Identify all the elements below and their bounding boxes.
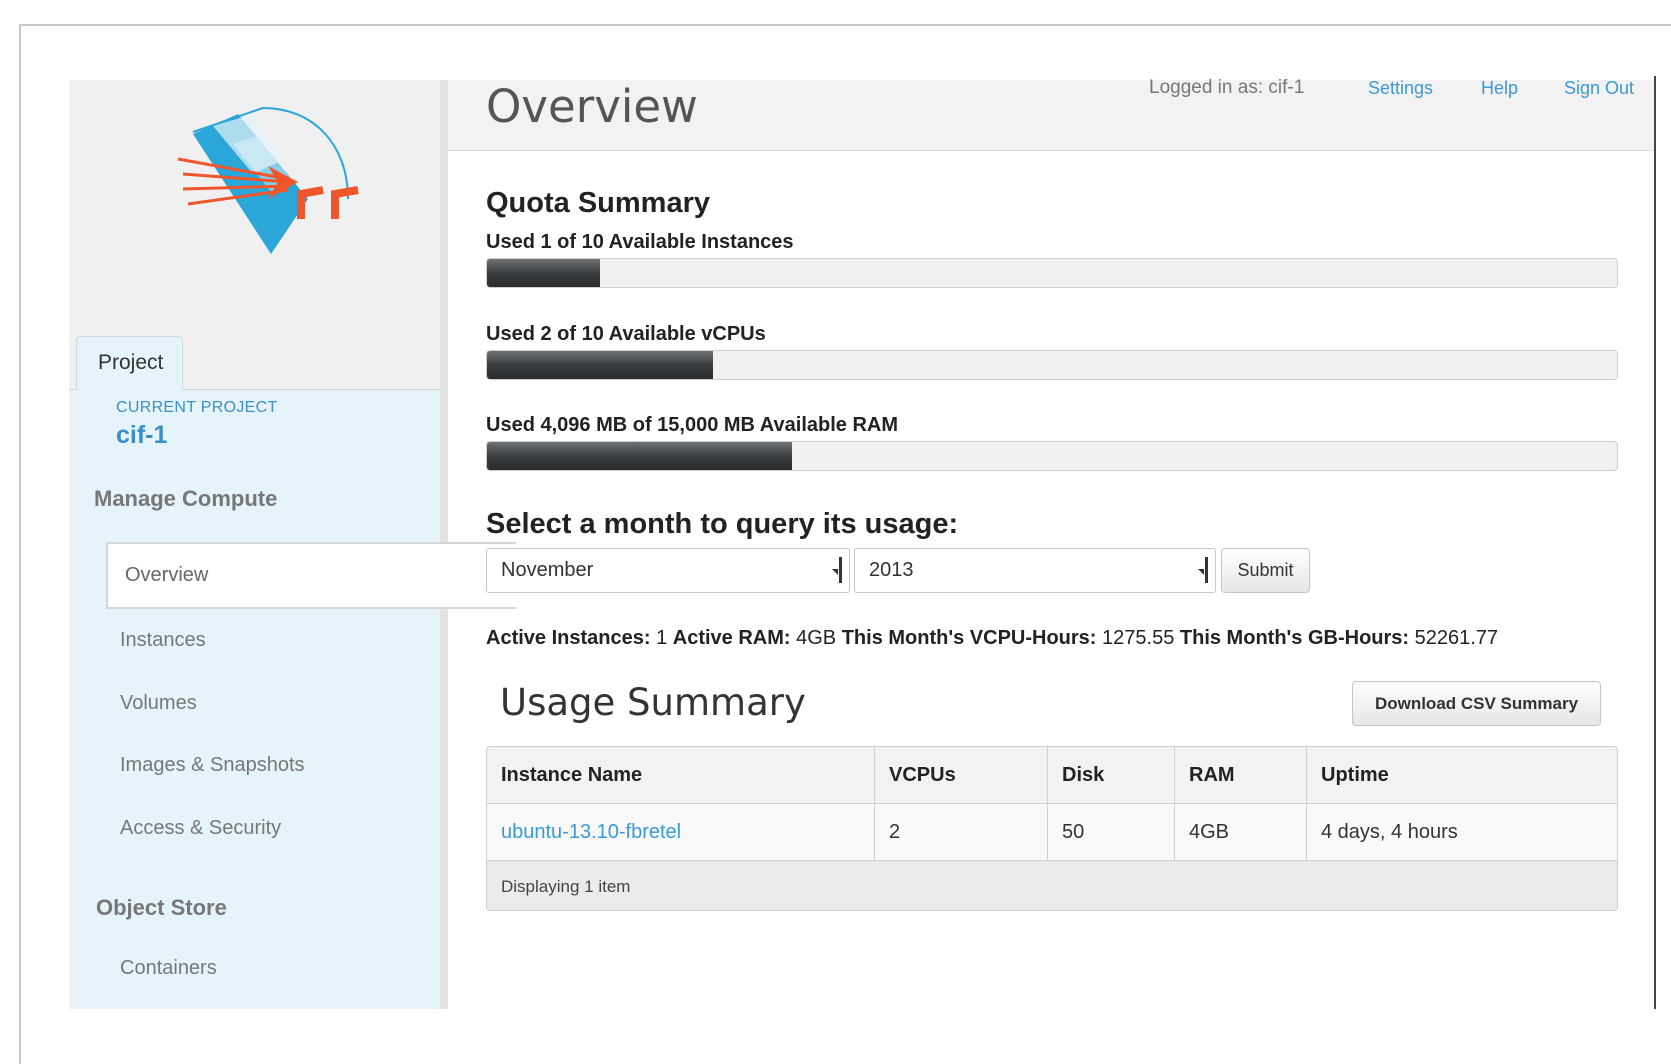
- usage-stats: Active Instances: 1 Active RAM: 4GB This…: [486, 627, 1498, 650]
- frame-edge: [1654, 76, 1656, 1009]
- uptime-cell: 4 days, 4 hours: [1321, 820, 1458, 843]
- table-row: ubuntu-13.10-fbretel 2 50 4GB 4 days, 4 …: [487, 804, 1617, 861]
- quota-ram-label: Used 4,096 MB of 15,000 MB Available RAM: [486, 414, 898, 436]
- select-arrow-icon: [827, 557, 842, 583]
- sidebar-item-access-security[interactable]: Access & Security: [120, 817, 281, 840]
- table-footer: Displaying 1 item: [487, 861, 1617, 910]
- year-select[interactable]: 2013: [854, 548, 1216, 593]
- select-arrow-icon: [1193, 557, 1208, 583]
- section-object-store: Object Store: [96, 895, 227, 920]
- month-select[interactable]: November: [486, 548, 850, 593]
- tab-project[interactable]: Project: [76, 336, 183, 390]
- instance-name-link[interactable]: ubuntu-13.10-fbretel: [487, 804, 875, 860]
- month-query-heading: Select a month to query its usage:: [486, 508, 959, 540]
- year-select-value: 2013: [869, 559, 914, 581]
- sidebar-item-containers[interactable]: Containers: [120, 957, 217, 980]
- page-header: Overview Logged in as: cif-1 Settings He…: [448, 77, 1654, 151]
- vcpu-hours-label: This Month's VCPU-Hours:: [841, 627, 1097, 649]
- usage-table: Instance Name VCPUs Disk RAM Uptime ubun…: [486, 746, 1618, 911]
- ram-cell: 4GB: [1175, 804, 1307, 860]
- logo-icon: [177, 106, 359, 254]
- disk-cell: 50: [1048, 804, 1175, 860]
- active-instances-label: Active Instances:: [486, 627, 651, 649]
- vcpus-cell: 2: [875, 804, 1048, 860]
- table-item-count: Displaying 1 item: [501, 877, 631, 896]
- sidebar-item-overview[interactable]: Overview: [106, 542, 516, 609]
- column-header-disk[interactable]: Disk: [1048, 747, 1175, 803]
- section-manage-compute: Manage Compute: [94, 486, 278, 511]
- quota-instances-label: Used 1 of 10 Available Instances: [486, 231, 794, 253]
- quota-ram-bar: [486, 441, 1618, 471]
- settings-link[interactable]: Settings: [1368, 78, 1433, 99]
- logged-in-text: Logged in as: cif-1: [1149, 77, 1305, 98]
- vcpu-hours-value: 1275.55: [1102, 627, 1175, 649]
- page-title: Overview: [486, 80, 698, 133]
- help-link[interactable]: Help: [1481, 78, 1518, 99]
- gb-hours-label: This Month's GB-Hours:: [1179, 627, 1410, 649]
- table-header-row: Instance Name VCPUs Disk RAM Uptime: [487, 747, 1617, 804]
- current-project-label: CURRENT PROJECT: [116, 399, 278, 416]
- sidebar-item-instances[interactable]: Instances: [120, 629, 206, 652]
- sign-out-link[interactable]: Sign Out: [1564, 78, 1634, 99]
- quota-ram-fill: [487, 442, 793, 470]
- usage-summary-title: Usage Summary: [500, 681, 806, 724]
- current-project-name[interactable]: cif-1: [116, 421, 167, 450]
- gb-hours-value: 52261.77: [1414, 627, 1499, 649]
- quota-vcpus-label: Used 2 of 10 Available vCPUs: [486, 323, 766, 345]
- sidebar-item-volumes[interactable]: Volumes: [120, 692, 197, 715]
- quota-vcpus-bar: [486, 350, 1618, 380]
- download-csv-button[interactable]: Download CSV Summary: [1352, 681, 1601, 726]
- column-header-vcpus[interactable]: VCPUs: [875, 747, 1048, 803]
- sidebar-item-images-snapshots[interactable]: Images & Snapshots: [120, 754, 305, 777]
- column-header-instance-name[interactable]: Instance Name: [487, 747, 875, 803]
- quota-instances-fill: [487, 259, 600, 287]
- column-header-ram[interactable]: RAM: [1175, 747, 1307, 803]
- active-instances-value: 1: [656, 627, 668, 649]
- column-header-uptime[interactable]: Uptime: [1307, 747, 1617, 803]
- quota-vcpus-fill: [487, 351, 713, 379]
- month-select-value: November: [501, 559, 594, 581]
- active-ram-value: 4GB: [796, 627, 837, 649]
- quota-instances-bar: [486, 258, 1618, 288]
- quota-summary-heading: Quota Summary: [486, 187, 710, 219]
- active-ram-label: Active RAM:: [672, 627, 791, 649]
- submit-button[interactable]: Submit: [1221, 548, 1310, 593]
